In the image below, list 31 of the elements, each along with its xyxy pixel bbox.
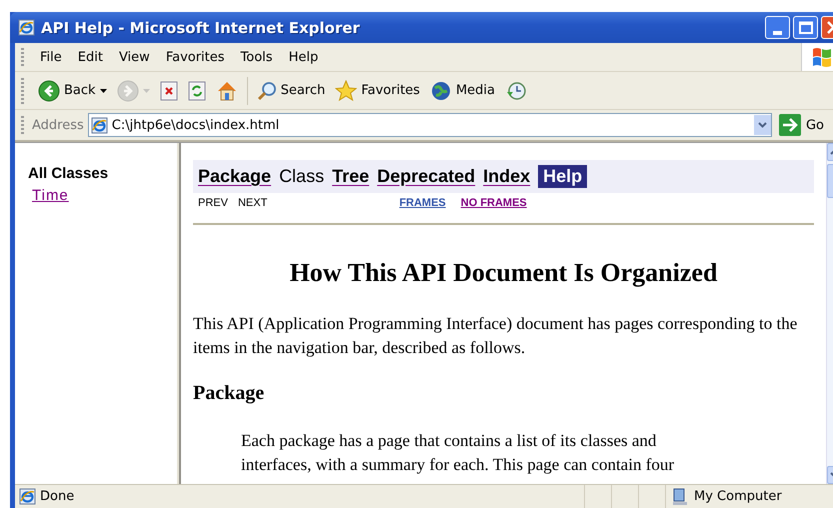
toolbar-button[interactable]: Back: [34, 78, 111, 104]
toolbar-button[interactable]: Media: [426, 78, 500, 104]
nav-link[interactable]: Index: [483, 166, 530, 187]
section-heading: Package: [193, 382, 266, 405]
section-paragraph: Each package has a page that contains a list of its classes and interfaces, with a summary for each. This page can contain four: [241, 430, 676, 476]
intro-paragraph: This API (Application Programming Interface) document has pages corresponding to the items in the navigation bar, described as follows.: [193, 313, 798, 359]
frames-link[interactable]: FRAMES: [399, 197, 446, 215]
status-text: Done: [40, 489, 74, 504]
nav-sub-item: PREV: [198, 197, 228, 211]
frame-heading: All Classes: [28, 165, 110, 182]
menu-item[interactable]: View: [110, 50, 158, 64]
nav-link[interactable]: Package: [198, 166, 272, 187]
page-title: How This API Document Is Organized: [288, 258, 718, 288]
nav-link[interactable]: Deprecated: [377, 166, 476, 187]
menu-item[interactable]: File: [32, 50, 70, 64]
class-link[interactable]: Time: [32, 187, 177, 204]
toolbar-button[interactable]: Favorites: [331, 78, 424, 104]
toolbar-button[interactable]: Search: [252, 78, 330, 102]
menu-item[interactable]: Tools: [232, 50, 281, 64]
address-label: Address: [32, 118, 84, 132]
nav-sub-item: NEXT: [238, 197, 268, 211]
window-title: API Help - Microsoft Internet Explorer: [41, 18, 361, 36]
nav-link[interactable]: Help: [538, 165, 588, 188]
menu-item[interactable]: Edit: [70, 50, 111, 64]
menu-item[interactable]: Help: [280, 50, 326, 64]
menu-item[interactable]: Favorites: [158, 50, 233, 64]
address-field[interactable]: C:\jhtp6e\docs\index.html: [88, 113, 772, 137]
frames-link[interactable]: NO FRAMES: [460, 197, 527, 215]
zone-text: My Computer: [694, 489, 782, 504]
go-button[interactable]: Go: [776, 114, 833, 136]
nav-link[interactable]: Tree: [332, 166, 370, 187]
